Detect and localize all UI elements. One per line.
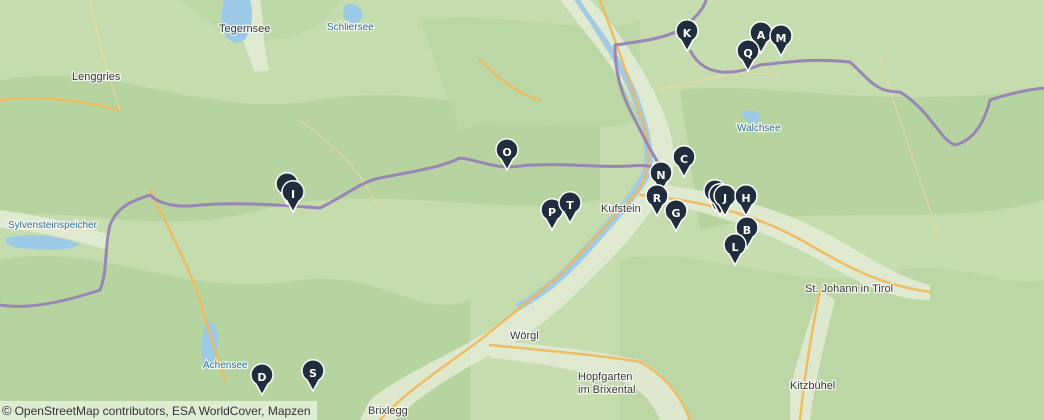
marker-label: J: [722, 192, 727, 205]
place-label: Tegernsee: [219, 23, 270, 35]
place-label: Schliersee: [327, 22, 374, 33]
place-label: Wörgl: [510, 330, 539, 342]
place-label: Lenggries: [72, 71, 121, 83]
marker-label: D: [257, 371, 266, 384]
marker-label: B: [743, 224, 751, 237]
map-canvas[interactable]: Tegernsee Schliersee Lenggries Sylvenste…: [0, 0, 1044, 420]
marker-label: C: [680, 153, 688, 166]
marker-label: I: [291, 188, 295, 201]
place-label: St. Johann in Tirol: [805, 283, 893, 295]
place-label: Kitzbühel: [790, 380, 835, 392]
marker-label: R: [653, 192, 662, 205]
marker-label: S: [309, 367, 317, 380]
place-label: Brixlegg: [368, 405, 408, 417]
marker-label: L: [731, 241, 738, 254]
marker-label: H: [741, 192, 750, 205]
marker-label: N: [656, 169, 665, 182]
marker-label: M: [776, 32, 787, 45]
place-label: Walchsee: [737, 123, 781, 134]
marker-label: P: [548, 206, 556, 219]
place-label: Achensee: [203, 360, 248, 371]
place-label: Hopfgarten im Brixental: [578, 371, 636, 396]
map-attribution: © OpenStreetMap contributors, ESA WorldC…: [0, 401, 317, 420]
place-label: Kufstein: [601, 203, 641, 215]
marker-label: T: [566, 199, 574, 212]
marker-label: A: [757, 29, 766, 42]
attribution-text[interactable]: OpenStreetMap contributors, ESA WorldCov…: [15, 404, 311, 418]
copyright-symbol: ©: [2, 403, 12, 418]
marker-label: O: [502, 146, 511, 159]
marker-label: Q: [743, 47, 752, 60]
place-label: Sylvensteinspeicher: [8, 220, 98, 231]
marker-label: K: [683, 27, 692, 40]
place-label-line: Hopfgarten: [578, 371, 632, 383]
marker-label: G: [671, 207, 680, 220]
place-label-line: im Brixental: [578, 384, 635, 396]
